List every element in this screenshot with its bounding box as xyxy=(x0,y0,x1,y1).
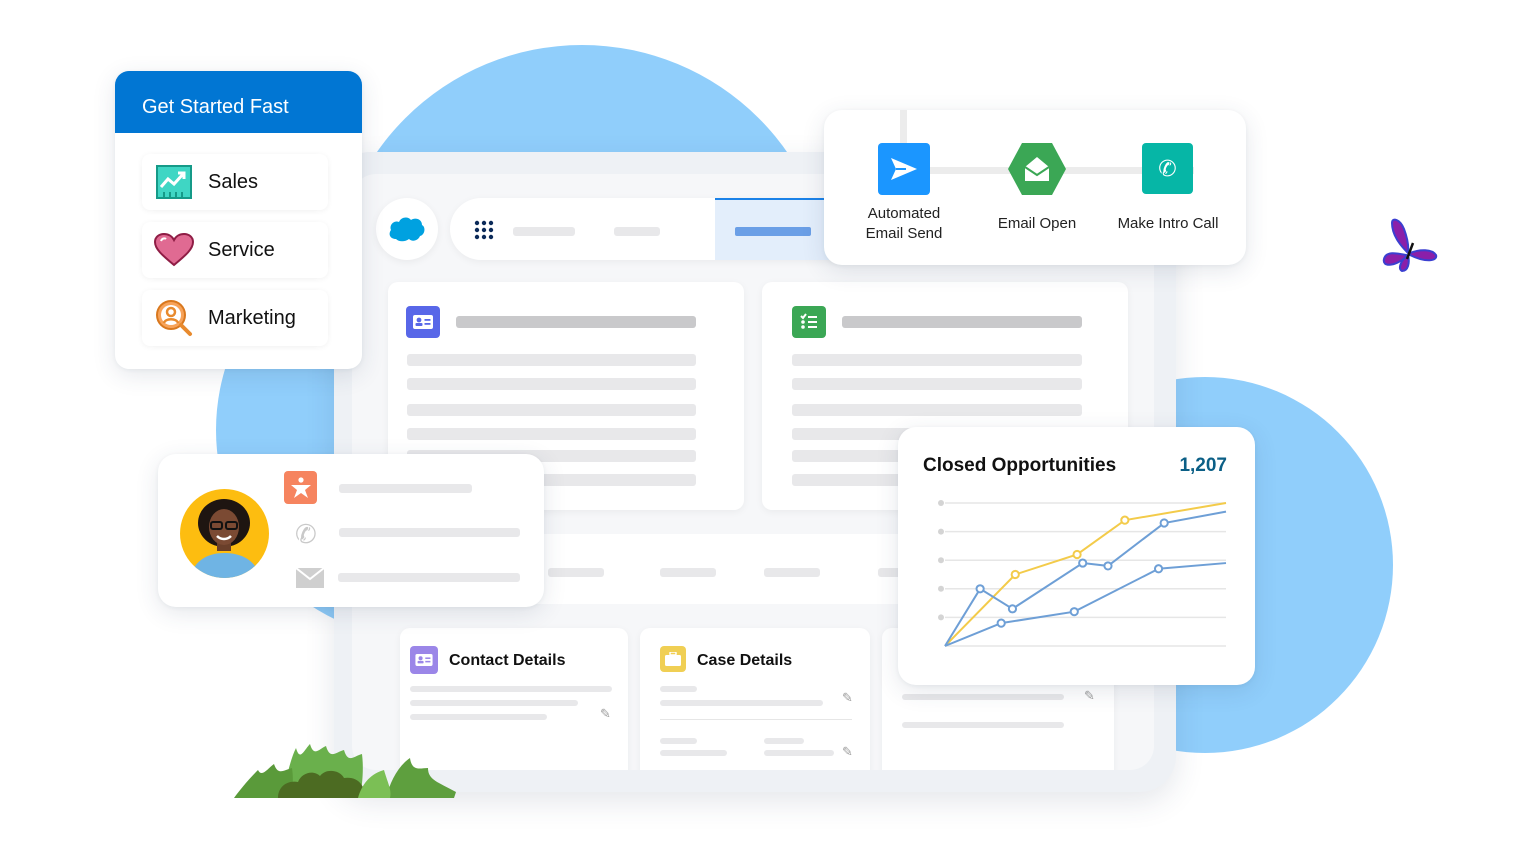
accessibility-star-icon xyxy=(284,471,317,504)
data-point-blue-upper[interactable] xyxy=(1103,561,1113,571)
profile-name-placeholder xyxy=(339,484,472,493)
skeleton-line xyxy=(410,714,547,720)
skeleton-line xyxy=(660,738,697,744)
tab-placeholder[interactable] xyxy=(548,568,604,577)
data-point-yellow[interactable] xyxy=(1072,549,1082,560)
skeleton-line xyxy=(764,750,834,756)
get-started-item-label: Sales xyxy=(208,170,259,193)
data-point-blue-lower[interactable] xyxy=(996,618,1006,628)
nav-tab-2[interactable] xyxy=(614,227,660,236)
tab-placeholder[interactable] xyxy=(660,568,716,577)
flow-step-label-line2: Email Send xyxy=(865,225,943,242)
checklist-icon xyxy=(792,306,826,338)
skeleton-line xyxy=(660,686,697,692)
closed-opportunities-card: Closed Opportunities 1,207 xyxy=(898,427,1255,685)
get-started-item-sales[interactable]: Sales xyxy=(142,154,328,210)
get-started-item-label: Service xyxy=(208,238,275,261)
skeleton-line xyxy=(407,428,696,440)
skeleton-line xyxy=(660,750,727,756)
logo-button[interactable] xyxy=(376,198,438,260)
contact-card-icon xyxy=(410,646,438,674)
get-started-card: Get Started Fast Sales Service Marketing xyxy=(115,71,362,369)
profile-phone-placeholder xyxy=(339,528,520,537)
edit-pencil-icon[interactable]: ✎ xyxy=(842,744,853,760)
phone-icon: ✆ xyxy=(295,519,317,549)
data-point-blue-upper[interactable] xyxy=(1007,604,1018,614)
app-launcher-grid-icon[interactable] xyxy=(474,220,494,240)
phone-icon[interactable]: ✆ xyxy=(1142,143,1193,194)
briefcase-icon xyxy=(660,646,686,672)
flow-step-label: Make Intro Call xyxy=(1117,215,1219,232)
tab-placeholder[interactable] xyxy=(764,568,820,577)
y-tick-dot xyxy=(938,500,944,506)
y-tick-dot xyxy=(938,614,944,621)
skeleton-line xyxy=(902,694,1064,700)
person-search-icon xyxy=(154,298,194,338)
contact-details-title: Contact Details xyxy=(449,652,566,669)
flow-step-label: Email Open xyxy=(997,215,1077,232)
edit-pencil-icon[interactable]: ✎ xyxy=(600,706,611,722)
nav-tab-1[interactable] xyxy=(513,227,575,236)
get-started-title: Get Started Fast xyxy=(115,71,362,133)
profile-email-placeholder xyxy=(338,573,520,582)
skeleton-line xyxy=(764,738,804,744)
edit-pencil-icon[interactable]: ✎ xyxy=(1084,688,1095,704)
case-details-card: Case Details ✎ ✎ xyxy=(640,628,870,770)
get-started-item-label: Marketing xyxy=(208,306,296,329)
skeleton-line xyxy=(792,378,1082,390)
avatar[interactable] xyxy=(180,489,269,578)
contact-card-icon xyxy=(406,306,440,338)
data-point-blue-upper[interactable] xyxy=(975,584,985,594)
email-icon xyxy=(295,567,325,593)
journey-flow-card: ✆ Automated Email Send Email Open Make I… xyxy=(824,110,1246,265)
series-line-blue-lower xyxy=(944,562,1227,647)
data-point-blue-lower[interactable] xyxy=(1153,564,1164,574)
data-point-blue-upper[interactable] xyxy=(1078,558,1088,568)
skeleton-line xyxy=(410,700,578,706)
data-point-blue-lower[interactable] xyxy=(1069,607,1079,617)
skeleton-line xyxy=(407,378,696,390)
trending-chart-icon xyxy=(154,162,194,202)
data-point-blue-upper[interactable] xyxy=(1159,518,1169,528)
line-chart xyxy=(938,500,1227,647)
edit-pencil-icon[interactable]: ✎ xyxy=(842,690,853,706)
salesforce-cloud-icon xyxy=(389,217,425,242)
skeleton-line xyxy=(902,722,1064,728)
case-details-title: Case Details xyxy=(697,652,793,669)
y-tick-dot xyxy=(938,585,944,592)
skeleton-line xyxy=(792,404,1082,416)
series-line-yellow xyxy=(944,502,1227,647)
panel-title-placeholder xyxy=(456,316,696,328)
panel-title-placeholder xyxy=(842,316,1082,328)
data-point-yellow[interactable] xyxy=(1120,515,1130,525)
flow-step-label: Automated Email Send xyxy=(844,204,964,244)
get-started-item-marketing[interactable]: Marketing xyxy=(142,290,328,346)
data-point-yellow[interactable] xyxy=(1010,569,1020,580)
skeleton-line xyxy=(407,354,696,366)
y-tick-dot xyxy=(938,528,944,535)
send-icon[interactable] xyxy=(878,143,930,195)
bush-illustration xyxy=(234,740,456,805)
skeleton-line xyxy=(410,686,612,692)
butterfly-illustration xyxy=(1380,215,1440,278)
skeleton-line xyxy=(407,404,696,416)
flow-step-label-line1: Automated xyxy=(867,205,941,222)
heart-icon xyxy=(154,230,194,270)
open-envelope-icon[interactable] xyxy=(1007,141,1067,197)
skeleton-line xyxy=(792,354,1082,366)
contact-profile-card: ✆ xyxy=(158,454,544,607)
nav-bar xyxy=(450,198,870,260)
divider xyxy=(660,719,852,720)
skeleton-line xyxy=(660,700,823,706)
get-started-item-service[interactable]: Service xyxy=(142,222,328,278)
y-tick-dot xyxy=(938,557,944,564)
